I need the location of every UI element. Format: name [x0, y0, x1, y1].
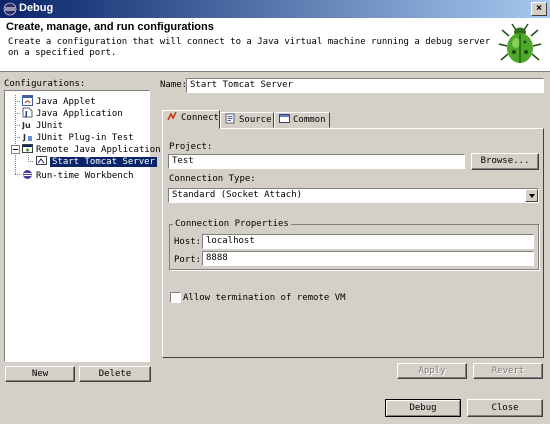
tree-item-start-tomcat-server[interactable]: Start Tomcat Server [36, 155, 157, 167]
tree-item-label: Java Application [36, 109, 123, 119]
workbench-icon [23, 170, 32, 179]
remote-java-icon [22, 144, 33, 153]
allow-termination-checkbox[interactable] [170, 292, 181, 303]
host-label: Host: [174, 237, 202, 247]
eclipse-icon [3, 2, 17, 16]
java-applet-icon [22, 95, 33, 106]
tree-item-java-applet[interactable]: Java Applet [22, 95, 96, 107]
port-field[interactable]: 8888 [202, 251, 534, 266]
svg-text:Ju: Ju [22, 121, 31, 130]
connection-properties-title: Connection Properties [173, 219, 291, 229]
port-label: Port: [174, 255, 202, 265]
configurations-label: Configurations: [4, 79, 86, 89]
project-label: Project: [169, 142, 213, 152]
common-icon [279, 114, 290, 123]
tab-common[interactable]: Common [274, 112, 330, 128]
title-bar: Debug × [0, 0, 550, 18]
junit-icon: Ju [22, 121, 31, 130]
tree-item-label: Java Applet [36, 97, 96, 107]
close-icon: × [536, 3, 542, 14]
tree-item-junit-plugin-test[interactable]: J JUnit Plug-in Test [22, 131, 134, 143]
tree-item-junit[interactable]: Ju JUnit [22, 119, 63, 131]
project-field[interactable]: Test [168, 154, 465, 169]
tab-label: Source [239, 115, 272, 125]
delete-button[interactable]: Delete [79, 366, 151, 382]
remote-config-icon [36, 156, 47, 165]
revert-button[interactable]: Revert [473, 363, 543, 379]
tree-item-remote-java-application[interactable]: Remote Java Application [22, 143, 161, 155]
connection-type-select[interactable]: Standard (Socket Attach) [168, 188, 539, 203]
connection-type-value: Standard (Socket Attach) [172, 190, 303, 200]
tab-connect[interactable]: Connect [162, 110, 220, 129]
window-title: Debug [19, 2, 54, 14]
apply-button[interactable]: Apply [397, 363, 467, 379]
header-title: Create, manage, and run configurations [6, 21, 214, 33]
chevron-down-icon[interactable] [525, 189, 538, 202]
tree-item-label: Start Tomcat Server [50, 157, 157, 167]
close-button[interactable]: Close [467, 399, 543, 417]
header-description: Create a configuration that will connect… [8, 37, 491, 58]
connection-type-label: Connection Type: [169, 174, 256, 184]
tree-item-label: Run-time Workbench [36, 171, 134, 181]
tree-item-java-application[interactable]: J Java Application [22, 107, 123, 119]
close-window-button[interactable]: × [531, 2, 547, 16]
tree-item-run-time-workbench[interactable]: Run-time Workbench [22, 169, 134, 181]
svg-text:J: J [24, 110, 28, 118]
name-field[interactable]: Start Tomcat Server [186, 78, 544, 93]
new-button[interactable]: New [5, 366, 75, 382]
junit-plugin-icon: J [22, 133, 32, 142]
allow-termination-label: Allow termination of remote VM [183, 293, 346, 303]
connect-icon [167, 111, 177, 121]
tree-item-label: JUnit [36, 121, 64, 131]
tree-item-label: JUnit Plug-in Test [36, 133, 134, 143]
host-field[interactable]: localhost [202, 234, 534, 249]
debug-button[interactable]: Debug [385, 399, 461, 417]
dialog-header: Create, manage, and run configurations C… [0, 18, 550, 72]
tab-label: Connect [181, 113, 219, 123]
tab-label: Common [293, 115, 326, 125]
configurations-tree[interactable]: Java Applet J Java Application Ju JUnit … [4, 90, 161, 362]
tab-source[interactable]: Source [220, 112, 274, 128]
bug-icon [498, 23, 542, 63]
name-label: Name: [160, 80, 188, 90]
source-icon [225, 113, 235, 124]
svg-text:J: J [22, 133, 26, 142]
tree-item-label: Remote Java Application [36, 145, 161, 155]
java-application-icon: J [22, 107, 33, 118]
browse-button[interactable]: Browse... [471, 153, 539, 170]
